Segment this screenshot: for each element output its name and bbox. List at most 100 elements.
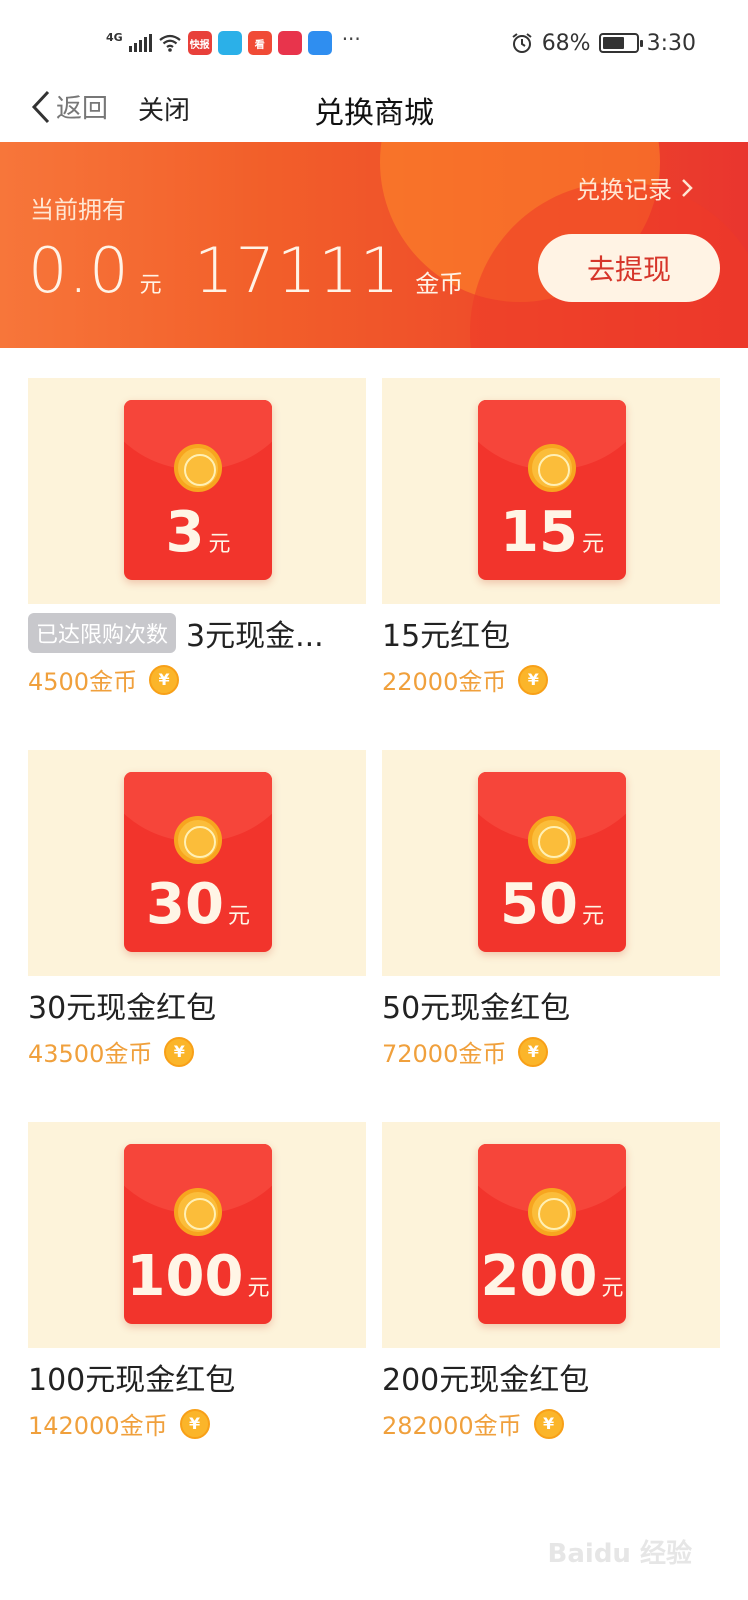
product-title: 100元现金红包 [28, 1363, 236, 1398]
price-row: 72000金币 ¥ [382, 1034, 720, 1069]
cash-value: 0.0 [28, 234, 130, 307]
red-envelope-icon: 30 元 [124, 772, 272, 952]
product-price: 43500金币 [28, 1040, 153, 1068]
balance-banner: 当前拥有 0.0 元 17111 金币 兑换记录 去提现 [0, 142, 748, 348]
browser-icon [307, 31, 332, 55]
coin-seal-icon [528, 1188, 576, 1236]
product-title: 30元现金红包 [28, 991, 217, 1026]
red-envelope-icon: 100 元 [124, 1144, 272, 1324]
product-price: 142000金币 [28, 1412, 168, 1440]
price-row: 142000金币 ¥ [28, 1406, 366, 1441]
envelope-unit: 元 [208, 532, 231, 557]
product-price: 282000金币 [382, 1412, 522, 1440]
envelope-amount: 100 [126, 1244, 244, 1309]
coin-value: 17111 [194, 234, 402, 307]
battery-percent: 68% [541, 30, 591, 56]
nav-bar: 返回 关闭 兑换商城 [0, 84, 748, 140]
red-envelope-icon: 15 元 [478, 400, 626, 580]
kan-icon: 看 [247, 31, 272, 55]
product-image: 15 元 [382, 378, 720, 604]
envelope-unit: 元 [227, 904, 250, 929]
envelope-unit: 元 [247, 1276, 270, 1301]
price-row: 22000金币 ¥ [382, 662, 720, 697]
product-card[interactable]: 100 元 100元现金红包 142000金币 ¥ [28, 1122, 366, 1464]
product-card[interactable]: 30 元 30元现金红包 43500金币 ¥ [28, 750, 366, 1092]
wifi-icon [159, 34, 181, 52]
product-image: 30 元 [28, 750, 366, 976]
coin-seal-icon [174, 816, 222, 864]
coin-icon: ¥ [179, 1408, 210, 1439]
red-envelope-icon: 50 元 [478, 772, 626, 952]
product-image: 100 元 [28, 1122, 366, 1348]
coin-icon: ¥ [518, 664, 549, 695]
coin-unit: 金币 [415, 270, 464, 298]
coin-balance: 17111 金币 [194, 234, 463, 307]
envelope-value: 50 元 [478, 872, 626, 937]
product-title-row: 30元现金红包 [28, 976, 366, 1034]
product-image: 50 元 [382, 750, 720, 976]
envelope-unit: 元 [581, 532, 604, 557]
clock: 3:30 [646, 30, 696, 56]
product-title: 200元现金红包 [382, 1363, 590, 1398]
envelope-value: 30 元 [124, 872, 272, 937]
product-image: 3元 [28, 378, 366, 604]
network-type: 4G [106, 30, 123, 44]
envelope-value: 100 元 [124, 1244, 272, 1309]
product-card[interactable]: 15 元 15元红包 22000金币 ¥ [382, 378, 720, 720]
signal-icon [128, 34, 152, 52]
withdraw-button[interactable]: 去提现 [538, 234, 720, 302]
product-price: 72000金币 [382, 1040, 507, 1068]
product-title-row: 200元现金红包 [382, 1348, 720, 1406]
coin-seal-icon [528, 444, 576, 492]
red-envelope-icon: 3元 [124, 400, 272, 580]
product-card[interactable]: 3元 已达限购次数 3元现金... 4500金币 ¥ [28, 378, 366, 720]
coin-seal-icon [174, 444, 222, 492]
cash-unit: 元 [139, 273, 162, 298]
owned-label: 当前拥有 [30, 196, 126, 224]
more-notifications-icon: ··· [341, 27, 361, 51]
video-icon [277, 31, 302, 55]
product-title: 3元现金... [186, 619, 324, 654]
product-title-row: 15元红包 [382, 604, 720, 662]
coin-seal-icon [528, 816, 576, 864]
product-title-row: 50元现金红包 [382, 976, 720, 1034]
chevron-right-icon [682, 178, 693, 197]
product-title-row: 100元现金红包 [28, 1348, 366, 1406]
product-price: 22000金币 [382, 668, 507, 696]
product-title-row: 已达限购次数 3元现金... [28, 604, 366, 662]
product-title: 50元现金红包 [382, 991, 571, 1026]
envelope-amount: 50 [500, 872, 578, 937]
play-icon [217, 31, 242, 55]
price-row: 282000金币 ¥ [382, 1406, 720, 1441]
envelope-value: 15 元 [478, 500, 626, 565]
page-title: 兑换商城 [314, 96, 434, 131]
price-row: 43500金币 ¥ [28, 1034, 366, 1069]
kuaibao-icon: 快报 [187, 31, 212, 55]
envelope-value: 3元 [124, 500, 272, 565]
coin-icon: ¥ [518, 1036, 549, 1067]
envelope-unit: 元 [601, 1276, 624, 1301]
coin-icon: ¥ [533, 1408, 564, 1439]
price-row: 4500金币 ¥ [28, 662, 366, 697]
product-image: 200 元 [382, 1122, 720, 1348]
coin-seal-icon [174, 1188, 222, 1236]
coin-icon: ¥ [149, 664, 180, 695]
red-envelope-icon: 200 元 [478, 1144, 626, 1324]
envelope-amount: 30 [146, 872, 224, 937]
product-card[interactable]: 200 元 200元现金红包 282000金币 ¥ [382, 1122, 720, 1464]
envelope-amount: 15 [500, 500, 578, 565]
cash-balance: 0.0 元 [28, 234, 162, 307]
exchange-record-label: 兑换记录 [576, 176, 672, 204]
envelope-amount: 200 [480, 1244, 598, 1309]
coin-icon: ¥ [164, 1036, 195, 1067]
watermark: Baidu 经验 [547, 1539, 692, 1569]
product-grid: 3元 已达限购次数 3元现金... 4500金币 ¥ 15 元 15元红包 2200… [28, 378, 720, 1464]
battery-icon [598, 33, 643, 53]
product-title: 15元红包 [382, 619, 511, 654]
envelope-amount: 3 [165, 500, 205, 565]
alarm-icon [512, 33, 532, 53]
status-bar: 4G 快报 看 ··· 68% 3:30 [0, 0, 748, 84]
product-card[interactable]: 50 元 50元现金红包 72000金币 ¥ [382, 750, 720, 1092]
exchange-record-link[interactable]: 兑换记录 [576, 170, 694, 205]
product-price: 4500金币 [28, 668, 138, 696]
